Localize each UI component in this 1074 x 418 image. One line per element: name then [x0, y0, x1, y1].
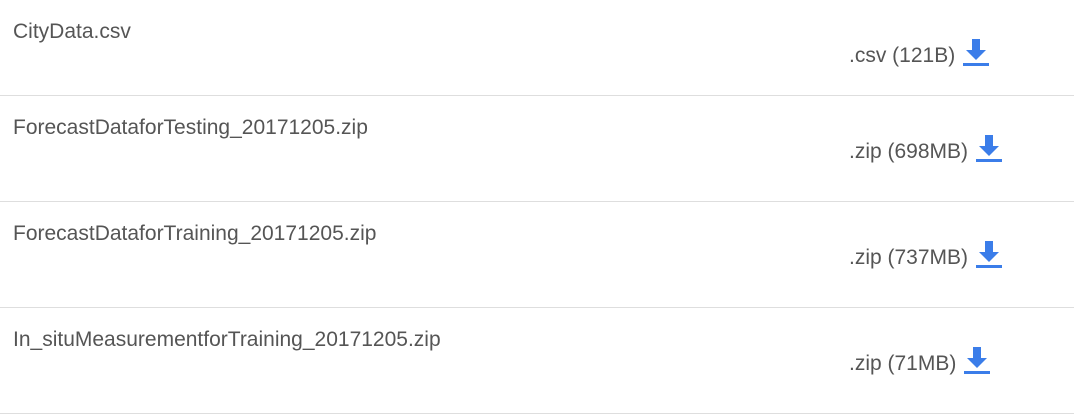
- file-list: CityData.csv .csv (121B) ForecastDatafor…: [0, 0, 1074, 418]
- file-size: .zip (737MB): [849, 246, 969, 269]
- file-row-citydata: CityData.csv .csv (121B): [0, 0, 1074, 96]
- download-icon: [964, 347, 991, 374]
- file-name: ForecastDataforTesting_20171205.zip: [13, 116, 368, 139]
- file-name: ForecastDataforTraining_20171205.zip: [13, 222, 377, 245]
- file-size: .zip (71MB): [849, 352, 957, 375]
- download-icon: [976, 135, 1003, 162]
- file-name: CityData.csv: [13, 20, 131, 43]
- file-size: .csv (121B): [849, 44, 956, 67]
- file-meta: .zip (737MB): [849, 241, 1004, 274]
- download-button[interactable]: [974, 238, 1004, 270]
- download-button[interactable]: [962, 344, 992, 376]
- download-button[interactable]: [974, 132, 1004, 164]
- file-size: .zip (698MB): [849, 140, 969, 163]
- file-row-insitu-training: In_situMeasurementforTraining_20171205.z…: [0, 308, 1074, 414]
- file-row-forecast-testing: ForecastDataforTesting_20171205.zip .zip…: [0, 96, 1074, 202]
- download-icon: [963, 39, 990, 66]
- download-button[interactable]: [961, 36, 991, 68]
- file-name: In_situMeasurementforTraining_20171205.z…: [13, 328, 441, 351]
- file-meta: .zip (71MB): [849, 347, 992, 380]
- file-meta: .csv (121B): [849, 39, 991, 72]
- download-icon: [976, 241, 1003, 268]
- file-row-forecast-training: ForecastDataforTraining_20171205.zip .zi…: [0, 202, 1074, 308]
- file-meta: .zip (698MB): [849, 135, 1004, 168]
